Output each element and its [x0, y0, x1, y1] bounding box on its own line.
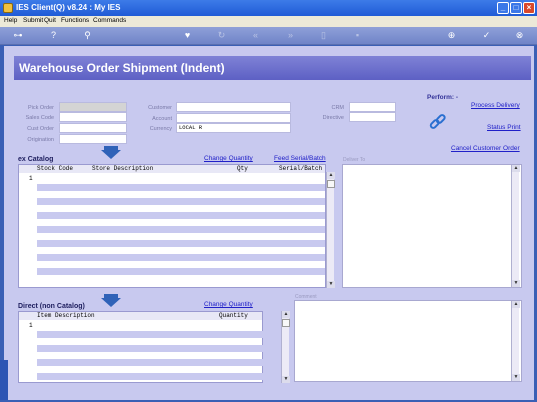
- col-stock-code[interactable]: Stock Code: [37, 165, 73, 172]
- crm-label: CRM: [331, 105, 344, 111]
- ex-catalog-label: ex Catalog: [18, 156, 54, 163]
- table-row[interactable]: [37, 331, 263, 338]
- down-arrow-icon: [101, 298, 121, 307]
- directive-field[interactable]: [349, 112, 396, 122]
- menu-commands[interactable]: Commands: [93, 17, 126, 24]
- table-row[interactable]: [37, 226, 325, 233]
- catalog-grid: Stock Code Store Description Qty Serial/…: [18, 164, 326, 288]
- table-row[interactable]: [37, 254, 325, 261]
- scroll-down-icon[interactable]: ▼: [282, 376, 290, 383]
- customer-label: Customer: [148, 105, 172, 111]
- table-row[interactable]: [37, 345, 263, 352]
- side-tab[interactable]: [0, 360, 8, 400]
- search-icon[interactable]: ⚲: [82, 30, 93, 41]
- check-icon[interactable]: ✓: [481, 30, 492, 41]
- key-icon[interactable]: ⊶: [8, 30, 28, 41]
- deliver-to-textarea[interactable]: [342, 164, 522, 288]
- add-icon[interactable]: ⊕: [446, 30, 457, 41]
- scroll-down-icon[interactable]: ▼: [512, 280, 520, 287]
- heart-icon[interactable]: ♥: [182, 30, 193, 41]
- sales-code-field[interactable]: [59, 112, 127, 122]
- sales-code-label: Sales Code: [25, 115, 54, 121]
- scroll-up-icon[interactable]: ▲: [512, 165, 520, 172]
- scroll-thumb[interactable]: [282, 319, 290, 327]
- feed-serial-batch-link[interactable]: Feed Serial/Batch: [274, 155, 326, 162]
- refresh-icon[interactable]: ↻: [216, 30, 227, 41]
- table-row[interactable]: [37, 198, 325, 205]
- toolbar: ⊶ ? ⚲ ♥ ↻ « » ▯ ▪ ⊕ ✓ ⊗: [0, 27, 537, 45]
- origination-label: Origination: [27, 137, 54, 143]
- help-icon[interactable]: ?: [48, 30, 59, 41]
- comment-textarea[interactable]: [294, 300, 522, 382]
- comment-scrollbar[interactable]: ▲ ▼: [511, 301, 520, 381]
- window-title: IES Client(Q) v8.24 : My IES: [16, 3, 121, 12]
- process-delivery-link[interactable]: Process Delivery: [471, 102, 520, 109]
- table-row[interactable]: [37, 373, 263, 380]
- menu-functions[interactable]: Functions: [61, 17, 89, 24]
- menu-quit[interactable]: Quit: [44, 17, 56, 24]
- bookmark-icon[interactable]: ▯: [318, 30, 329, 41]
- scroll-up-icon[interactable]: ▲: [512, 301, 520, 308]
- rewind-icon[interactable]: «: [250, 30, 261, 41]
- cust-order-label: Cust Order: [27, 126, 54, 132]
- minimize-button[interactable]: _: [497, 2, 509, 14]
- col-item-description[interactable]: Item Description: [37, 312, 95, 319]
- col-quantity[interactable]: Quantity: [219, 312, 248, 319]
- scroll-up-icon[interactable]: ▲: [282, 311, 290, 318]
- col-qty[interactable]: Qty: [237, 165, 248, 172]
- main-panel: Warehouse Order Shipment (Indent) Pick O…: [4, 46, 534, 400]
- menu-submit[interactable]: Submit: [23, 17, 43, 24]
- pick-order-label: Pick Order: [28, 105, 54, 111]
- catalog-scrollbar[interactable]: ▲ ▼: [326, 172, 335, 288]
- col-store-description[interactable]: Store Description: [92, 165, 153, 172]
- deliver-to-label: Deliver To: [343, 157, 366, 163]
- scroll-down-icon[interactable]: ▼: [327, 281, 335, 288]
- currency-label: Currency: [149, 126, 172, 132]
- maximize-button[interactable]: □: [510, 2, 522, 14]
- app-icon: [3, 3, 13, 13]
- down-arrow-icon: [101, 150, 121, 159]
- scroll-up-icon[interactable]: ▲: [327, 172, 335, 179]
- scroll-down-icon[interactable]: ▼: [512, 374, 520, 381]
- origination-field[interactable]: [59, 134, 127, 144]
- col-serial-batch[interactable]: Serial/Batch: [279, 165, 322, 172]
- page-title: Warehouse Order Shipment (Indent): [19, 61, 225, 75]
- direct-non-catalog-label: Direct (non Catalog): [18, 303, 85, 310]
- catalog-grid-header: Stock Code Store Description Qty Serial/…: [19, 165, 325, 173]
- document-icon[interactable]: ▪: [352, 30, 363, 41]
- customer-field[interactable]: [176, 102, 291, 112]
- link-chain-icon[interactable]: [428, 114, 448, 132]
- non-catalog-scrollbar[interactable]: ▲ ▼: [281, 311, 290, 383]
- table-row[interactable]: [37, 212, 325, 219]
- table-row[interactable]: [37, 268, 325, 275]
- table-row[interactable]: [37, 240, 325, 247]
- menu-bar: Help Submit Quit Functions Commands: [0, 16, 537, 27]
- pick-order-field[interactable]: [59, 102, 127, 112]
- non-catalog-change-quantity-link[interactable]: Change Quantity: [204, 301, 253, 308]
- cancel-customer-order-link[interactable]: Cancel Customer Order: [451, 145, 520, 152]
- currency-field[interactable]: LOCAL R: [176, 123, 291, 133]
- catalog-change-quantity-link[interactable]: Change Quantity: [204, 155, 253, 162]
- table-row[interactable]: [37, 359, 263, 366]
- deliver-to-scrollbar[interactable]: ▲ ▼: [511, 165, 520, 287]
- close-icon[interactable]: ⊗: [514, 30, 525, 41]
- status-print-link[interactable]: Status Print: [487, 124, 521, 131]
- perform-label: Perform: -: [427, 94, 459, 101]
- non-catalog-row-number: 1: [29, 322, 33, 329]
- page-header: Warehouse Order Shipment (Indent): [14, 56, 531, 80]
- catalog-row-number: 1: [29, 175, 33, 182]
- window-titlebar: IES Client(Q) v8.24 : My IES _ □ ×: [0, 0, 537, 16]
- window-close-button[interactable]: ×: [523, 2, 535, 14]
- account-label: Account: [152, 116, 172, 122]
- account-field[interactable]: [176, 113, 291, 123]
- crm-field[interactable]: [349, 102, 396, 112]
- non-catalog-grid-header: Item Description Quantity: [19, 312, 262, 320]
- table-row[interactable]: [37, 184, 325, 191]
- menu-help[interactable]: Help: [4, 17, 17, 24]
- cust-order-field[interactable]: [59, 123, 127, 133]
- directive-label: Directive: [322, 115, 344, 121]
- fast-forward-icon[interactable]: »: [285, 30, 296, 41]
- non-catalog-grid: Item Description Quantity 1: [18, 311, 263, 383]
- scroll-thumb[interactable]: [327, 180, 335, 188]
